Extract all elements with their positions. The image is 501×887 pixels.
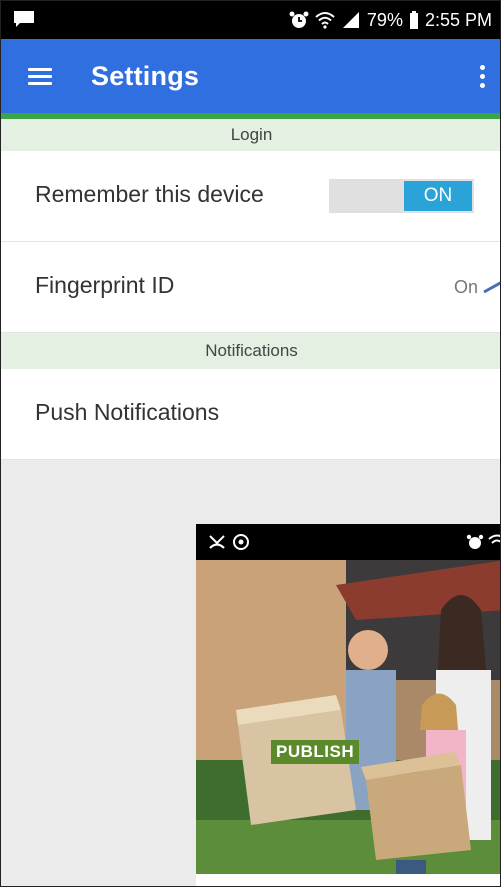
settings-list: Login Remember this device ON Fingerprin…	[1, 119, 500, 460]
battery-icon	[409, 11, 418, 29]
overlay-phone-screenshot: PUBLISH	[196, 524, 500, 886]
push-notifications-label: Push Notifications	[35, 399, 220, 425]
remember-device-label: Remember this device	[35, 181, 264, 207]
section-header-login: Login	[1, 119, 500, 151]
clock: 2:55 PM	[424, 9, 492, 30]
status-bar: 79% 2:55 PM	[1, 1, 500, 39]
page-title: Settings	[91, 61, 200, 91]
overlay-bottom-bar	[196, 874, 500, 886]
remember-device-toggle[interactable]: ON	[329, 179, 474, 213]
publish-badge: PUBLISH	[271, 740, 360, 764]
hamburger-menu-icon[interactable]	[25, 61, 55, 91]
setting-remember-device[interactable]: Remember this device ON	[1, 151, 500, 242]
family-moving-illustration	[196, 560, 500, 886]
message-notification-icon	[14, 11, 34, 27]
overflow-menu-icon[interactable]	[476, 63, 488, 91]
signal-icon	[342, 12, 359, 28]
sync-icon	[233, 534, 249, 550]
wifi-icon	[488, 534, 500, 544]
alarm-icon	[466, 534, 484, 549]
overlay-status-bar	[196, 524, 500, 560]
callout-arrow-icon	[483, 281, 500, 294]
toggle-on-indicator: ON	[404, 181, 472, 211]
setting-fingerprint-id[interactable]: Fingerprint ID On	[1, 242, 500, 333]
section-header-notifications: Notifications	[1, 333, 500, 369]
missed-call-icon	[209, 535, 225, 549]
fingerprint-id-label: Fingerprint ID	[35, 272, 175, 298]
wifi-icon	[315, 12, 335, 29]
setting-push-notifications[interactable]: Push Notifications	[1, 369, 500, 460]
alarm-icon	[289, 11, 309, 28]
fingerprint-id-value: On	[453, 277, 478, 297]
family-moving-photo: PUBLISH	[196, 560, 500, 886]
battery-percent: 79%	[366, 9, 403, 30]
app-bar: Settings	[1, 39, 500, 113]
status-icons: 79% 2:55 PM	[289, 9, 492, 31]
device-frame: 79% 2:55 PM Settings Login Remember this…	[0, 0, 501, 887]
